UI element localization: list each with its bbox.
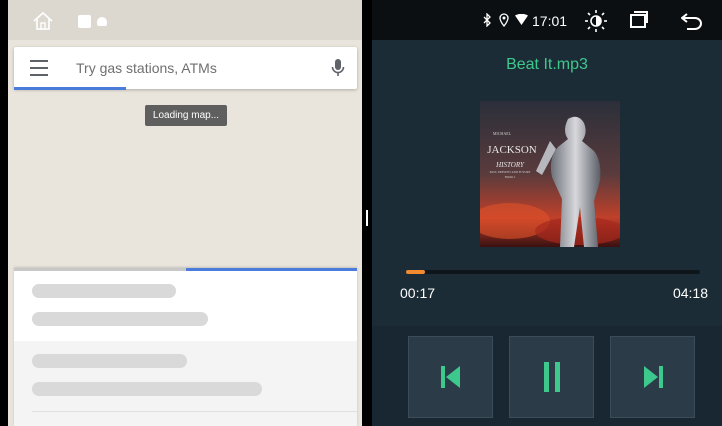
wifi-icon [515,14,528,25]
next-track-button[interactable] [610,336,695,418]
location-icon [499,13,509,27]
clock: 17:01 [532,13,568,29]
results-bottom-sheet[interactable] [14,268,357,426]
back-arrow-icon[interactable] [681,12,703,30]
search-loading-bar [14,87,126,90]
home-icon[interactable] [32,10,54,32]
pause-button[interactable] [509,336,594,418]
notification-square-icon [78,15,91,28]
brightness-icon[interactable] [585,10,607,32]
bluetooth-icon [483,13,491,27]
playback-progress-fill [406,270,426,274]
maps-pane: Try gas stations, ATMs Loading map... [8,0,362,426]
loading-map-tooltip: Loading map... [145,105,227,126]
skip-next-icon [643,366,663,388]
skeleton-line [32,312,208,326]
maps-status-bar [8,0,362,40]
pause-icon [543,362,560,392]
album-artist: JACKSON [487,144,537,156]
album-book: BOOK I [505,175,515,179]
album-artist-small: MICHAEL [493,131,512,136]
album-cover-image: MICHAEL JACKSON HISTORY PAST, PRESENT AN… [480,101,620,247]
split-screen-divider[interactable] [362,0,372,426]
skeleton-line [32,354,187,368]
list-divider [32,411,357,412]
music-player-pane: 17:01 Beat It.mp3 MICHAEL JACKSON HISTOR… [372,0,722,426]
skip-previous-icon [440,366,460,388]
recent-apps-icon[interactable] [630,14,646,28]
skeleton-line [32,382,262,396]
skeleton-row [14,341,357,426]
playback-controls [372,326,722,426]
previous-track-button[interactable] [408,336,493,418]
sheet-loading-bar [14,268,357,271]
search-placeholder[interactable]: Try gas stations, ATMs [76,60,217,76]
current-time: 00:17 [400,285,436,301]
hamburger-menu-icon[interactable] [30,60,48,76]
system-status-bar: 17:01 [372,0,722,40]
skeleton-line [32,284,176,298]
microphone-icon[interactable] [331,58,345,78]
playback-progress-bar[interactable] [406,270,700,274]
track-title: Beat It.mp3 [506,56,588,73]
divider-handle[interactable] [366,210,368,226]
search-bar[interactable]: Try gas stations, ATMs [14,47,357,89]
album-name: HISTORY [495,161,525,169]
total-time: 04:18 [672,285,708,301]
android-icon [97,17,107,26]
